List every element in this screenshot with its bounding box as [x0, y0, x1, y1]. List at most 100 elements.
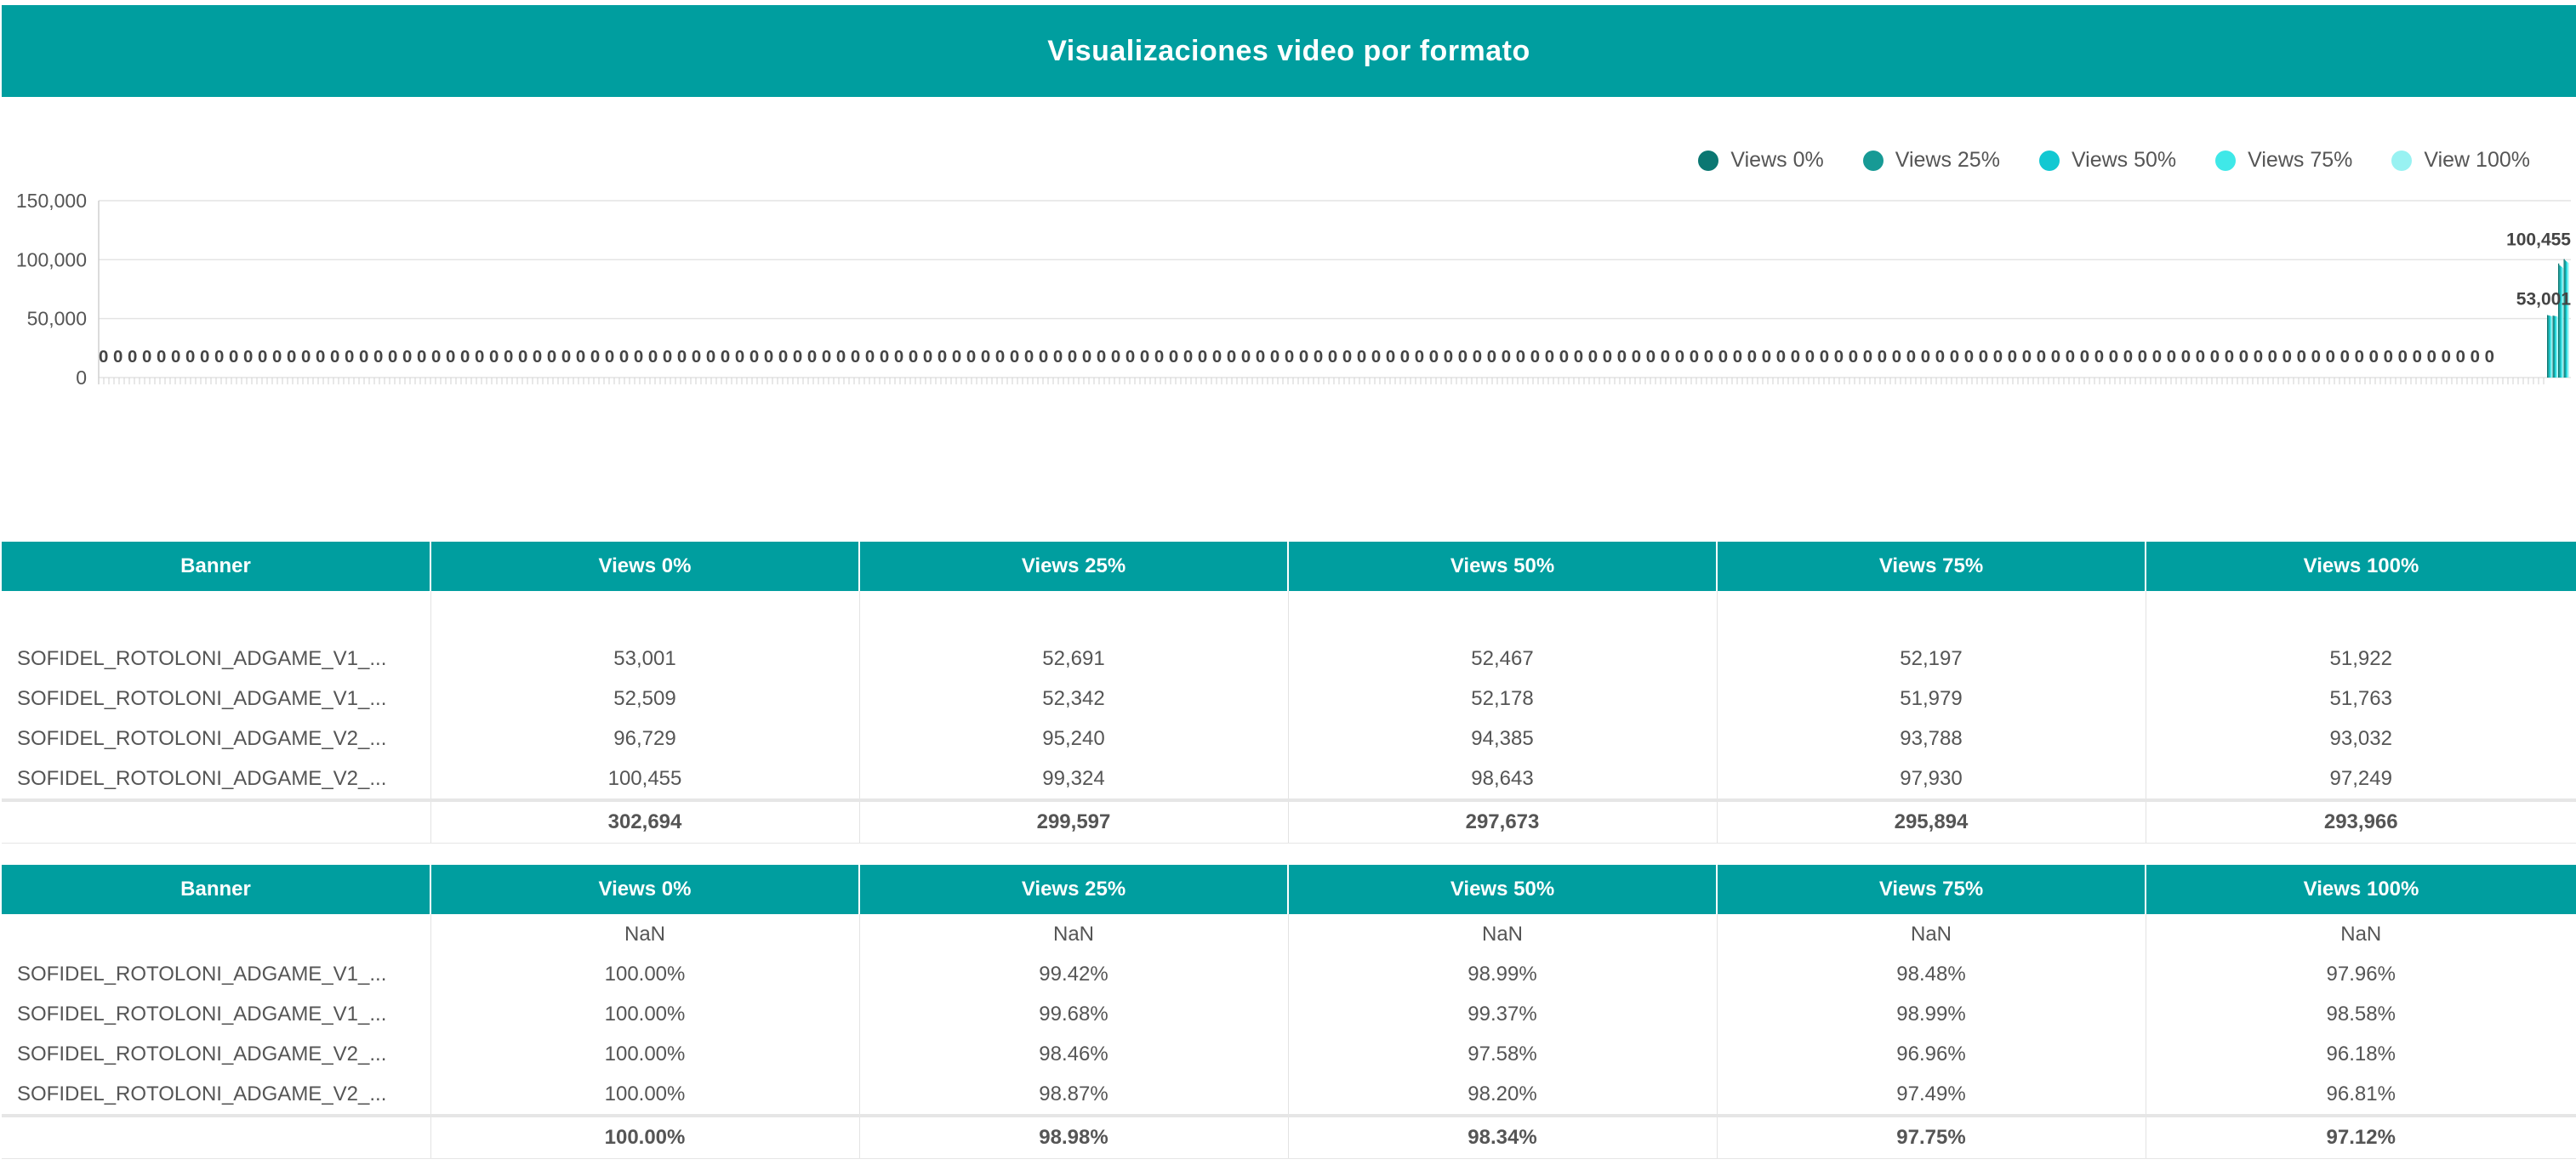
table-row-nan: NaN NaN NaN NaN NaN [2, 914, 2576, 954]
table-cell [2146, 591, 2576, 639]
legend-item-views-75[interactable]: Views 75% [2215, 148, 2352, 173]
table-cell: 97.96% [2326, 962, 2396, 986]
bar-chart: 150,000 100,000 50,000 0 0 0 0 0 0 0 0 0 0 0… [16, 190, 2571, 389]
banner-name-cell: SOFIDEL_ROTOLONI_ADGAME_V1_... [2, 639, 431, 679]
table-cell [859, 591, 1289, 639]
table-cell: 98.99% [1288, 954, 1718, 994]
table-cell: 99.37% [1288, 994, 1718, 1034]
legend-swatch-icon [2215, 150, 2237, 171]
bar [2548, 315, 2550, 378]
legend-label: Views 50% [2071, 148, 2177, 172]
total-label-cell [2, 1114, 431, 1159]
table-cell: 93,032 [2329, 726, 2392, 750]
legend-item-views-100[interactable]: View 100% [2391, 148, 2530, 173]
table-header-row: Banner Views 0% Views 25% Views 50% View… [2, 865, 2576, 914]
views-percentage-table: Banner Views 0% Views 25% Views 50% View… [2, 865, 2576, 1159]
legend-swatch-icon [2391, 150, 2413, 171]
column-header-views-100[interactable]: Views 100% [2146, 542, 2576, 591]
legend-swatch-icon [1698, 150, 1719, 171]
table-cell: 97.49% [1717, 1074, 2146, 1116]
table-cell: NaN [430, 914, 860, 954]
legend-label: Views 75% [2248, 148, 2353, 172]
column-header-views-100[interactable]: Views 100% [2146, 865, 2576, 914]
banner-name-cell: SOFIDEL_ROTOLONI_ADGAME_V2_... [2, 719, 431, 759]
total-cell: 293,966 [2146, 798, 2576, 844]
table-cell: NaN [2340, 922, 2382, 946]
banner-name-cell: SOFIDEL_ROTOLONI_ADGAME_V1_... [2, 994, 431, 1034]
column-header-views-25[interactable]: Views 25% [859, 865, 1289, 914]
table-cell: 53,001 [430, 639, 860, 679]
table-cell: 96.96% [1717, 1034, 2146, 1074]
legend-item-views-0[interactable]: Views 0% [1698, 148, 1824, 173]
legend-label: View 100% [2424, 148, 2530, 172]
table-cell: 52,509 [430, 679, 860, 719]
bar [2564, 260, 2566, 378]
table-cell: 93,788 [1717, 719, 2146, 759]
legend-swatch-icon [2038, 150, 2060, 171]
bar [2552, 315, 2554, 378]
table-cell: 52,197 [1717, 639, 2146, 679]
banner-name-cell: SOFIDEL_ROTOLONI_ADGAME_V2_... [2, 759, 431, 800]
table-cell: 98.58% [2326, 1002, 2396, 1026]
bar [2553, 315, 2555, 378]
banner-name-cell: SOFIDEL_ROTOLONI_ADGAME_V1_... [2, 954, 431, 994]
y-tick-label: 100,000 [16, 248, 87, 270]
bar [2556, 316, 2558, 378]
table-cell [2, 591, 431, 639]
table-cell: 95,240 [859, 719, 1289, 759]
column-header-views-25[interactable]: Views 25% [859, 542, 1289, 591]
table-row: SOFIDEL_ROTOLONI_ADGAME_V2_... 100.00% 9… [2, 1034, 2576, 1074]
bar [2547, 315, 2549, 378]
y-tick-label: 50,000 [27, 308, 87, 330]
table-cell [430, 591, 860, 639]
table-cell: 51,979 [1717, 679, 2146, 719]
total-cell: 295,894 [1717, 798, 2146, 844]
total-cell: 97.12% [2146, 1114, 2576, 1159]
legend-label: Views 0% [1730, 148, 1824, 172]
legend-item-views-25[interactable]: Views 25% [1862, 148, 2000, 173]
total-cell: 97.75% [1717, 1114, 2146, 1159]
column-header-views-50[interactable]: Views 50% [1288, 542, 1718, 591]
banner-name-cell: SOFIDEL_ROTOLONI_ADGAME_V1_... [2, 679, 431, 719]
table-cell [1288, 591, 1718, 639]
bar [2565, 261, 2567, 378]
table-cell: 100.00% [430, 1034, 860, 1074]
table-cell: 51,922 [2329, 646, 2392, 670]
column-header-views-0[interactable]: Views 0% [430, 542, 860, 591]
table-cell: 98.87% [859, 1074, 1289, 1116]
table-cell: 96.18% [2326, 1042, 2396, 1066]
column-header-views-50[interactable]: Views 50% [1288, 865, 1718, 914]
column-header-banner[interactable]: Banner [2, 865, 431, 914]
table-cell: 99,324 [859, 759, 1289, 800]
table-cell: NaN [1288, 914, 1718, 954]
table-cell: 100,455 [430, 759, 860, 800]
y-tick-label: 150,000 [16, 190, 87, 212]
views-count-table: Banner Views 0% Views 25% Views 50% View… [2, 542, 2576, 844]
legend-label: Views 25% [1895, 148, 2000, 172]
table-cell: 52,342 [859, 679, 1289, 719]
legend-item-views-50[interactable]: Views 50% [2038, 148, 2177, 173]
table-cell: 52,178 [1288, 679, 1718, 719]
table-cell: 98,643 [1288, 759, 1718, 800]
banner-name-cell: SOFIDEL_ROTOLONI_ADGAME_V2_... [2, 1074, 431, 1116]
bar [2558, 263, 2560, 378]
column-header-views-75[interactable]: Views 75% [1717, 542, 2146, 591]
table-cell: 99.68% [859, 994, 1289, 1034]
y-tick-label: 0 [76, 367, 87, 389]
column-header-banner[interactable]: Banner [2, 542, 431, 591]
table-cell: 100.00% [430, 1074, 860, 1116]
table-cell: 52,467 [1288, 639, 1718, 679]
column-header-views-75[interactable]: Views 75% [1717, 865, 2146, 914]
total-label-cell [2, 798, 431, 844]
table-cell: 100.00% [430, 994, 860, 1034]
total-cell: 100.00% [430, 1114, 860, 1159]
table-header-row: Banner Views 0% Views 25% Views 50% View… [2, 542, 2576, 591]
table-row: SOFIDEL_ROTOLONI_ADGAME_V1_... 100.00% 9… [2, 994, 2576, 1034]
page-title: Visualizaciones video por formato [1047, 34, 1530, 67]
bar [2550, 315, 2551, 378]
table-cell: 98.99% [1717, 994, 2146, 1034]
bar [2563, 259, 2565, 378]
table-cell: 98.20% [1288, 1074, 1718, 1116]
total-cell: 299,597 [859, 798, 1289, 844]
column-header-views-0[interactable]: Views 0% [430, 865, 860, 914]
